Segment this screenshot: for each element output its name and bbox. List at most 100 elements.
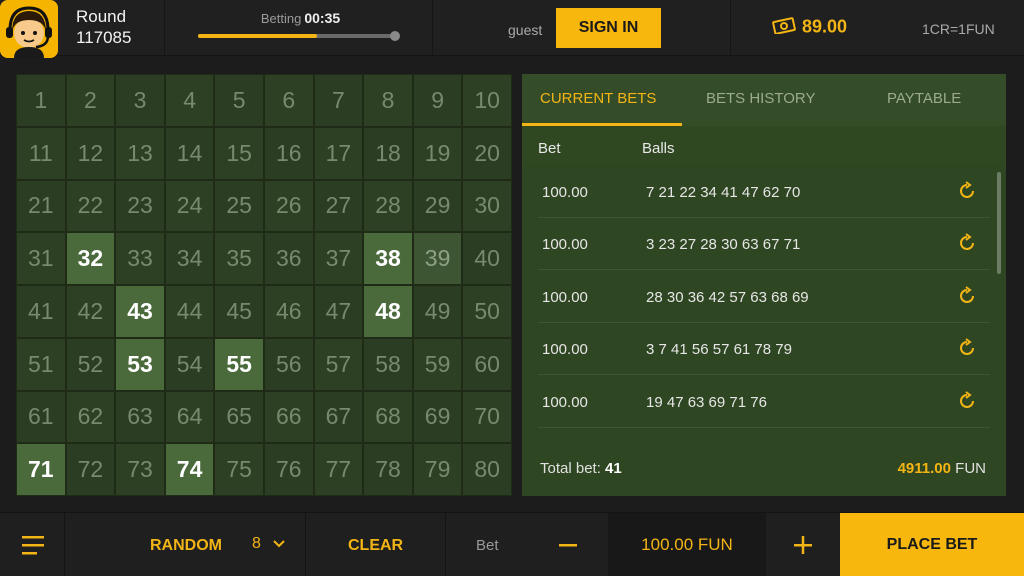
tab-paytable[interactable]: PAYTABLE <box>887 90 961 107</box>
number-cell[interactable]: 79 <box>412 443 463 496</box>
number-cell[interactable]: 69 <box>412 390 463 444</box>
random-count-select[interactable]: 8 <box>252 535 287 553</box>
bets-scrollbar[interactable] <box>997 172 1001 274</box>
number-cell[interactable]: 51 <box>16 337 66 391</box>
repeat-icon[interactable] <box>956 285 978 307</box>
repeat-icon[interactable] <box>956 337 978 359</box>
number-cell[interactable]: 68 <box>363 390 413 444</box>
number-cell[interactable]: 45 <box>214 285 264 338</box>
number-cell[interactable]: 36 <box>263 232 314 285</box>
number-cell[interactable]: 26 <box>263 179 314 233</box>
minus-icon[interactable] <box>553 531 583 559</box>
random-button[interactable]: RANDOM <box>150 537 222 555</box>
number-cell[interactable]: 12 <box>65 126 116 180</box>
number-cell[interactable]: 22 <box>65 179 116 233</box>
number-cell[interactable]: 31 <box>16 232 66 285</box>
number-cell[interactable]: 25 <box>214 179 264 233</box>
number-cell[interactable]: 6 <box>263 74 314 127</box>
number-cell[interactable]: 78 <box>363 443 413 496</box>
number-cell[interactable]: 46 <box>263 285 314 338</box>
number-cell[interactable]: 40 <box>462 232 512 285</box>
number-cell[interactable]: 80 <box>462 443 512 496</box>
number-cell[interactable]: 50 <box>462 285 512 338</box>
number-cell[interactable]: 29 <box>412 179 463 233</box>
number-cell[interactable]: 71 <box>16 443 66 496</box>
number-cell[interactable]: 64 <box>164 390 215 444</box>
tab-bets-history[interactable]: BETS HISTORY <box>706 90 815 107</box>
repeat-icon[interactable] <box>956 232 978 254</box>
number-cell[interactable]: 66 <box>263 390 314 444</box>
number-cell[interactable]: 47 <box>313 285 364 338</box>
number-cell[interactable]: 53 <box>115 337 165 391</box>
number-cell[interactable]: 62 <box>65 390 116 444</box>
place-bet-button[interactable]: PLACE BET <box>840 513 1024 576</box>
number-cell[interactable]: 55 <box>214 337 264 391</box>
number-cell[interactable]: 2 <box>65 74 116 127</box>
number-cell[interactable]: 61 <box>16 390 66 444</box>
number-cell[interactable]: 28 <box>363 179 413 233</box>
betting-timer: Betting 00:35 <box>198 10 403 41</box>
timer-label: Betting <box>260 11 302 26</box>
sign-in-button[interactable]: SIGN IN <box>556 8 661 48</box>
number-cell[interactable]: 72 <box>65 443 116 496</box>
number-cell[interactable]: 63 <box>115 390 165 444</box>
repeat-icon[interactable] <box>956 390 978 412</box>
plus-icon[interactable] <box>788 531 818 559</box>
number-cell[interactable]: 75 <box>214 443 264 496</box>
number-cell[interactable]: 13 <box>115 126 165 180</box>
number-cell[interactable]: 5 <box>214 74 264 127</box>
number-cell[interactable]: 10 <box>462 74 512 127</box>
number-cell[interactable]: 9 <box>412 74 463 127</box>
number-cell[interactable]: 30 <box>462 179 512 233</box>
number-cell[interactable]: 48 <box>363 285 413 338</box>
number-cell[interactable]: 16 <box>263 126 314 180</box>
number-cell[interactable]: 54 <box>164 337 215 391</box>
number-cell[interactable]: 33 <box>115 232 165 285</box>
number-cell[interactable]: 1 <box>16 74 66 127</box>
number-cell[interactable]: 41 <box>16 285 66 338</box>
number-cell[interactable]: 49 <box>412 285 463 338</box>
number-cell[interactable]: 73 <box>115 443 165 496</box>
number-cell[interactable]: 38 <box>363 232 413 285</box>
number-cell[interactable]: 11 <box>16 126 66 180</box>
number-cell[interactable]: 8 <box>363 74 413 127</box>
number-cell[interactable]: 42 <box>65 285 116 338</box>
number-cell[interactable]: 43 <box>115 285 165 338</box>
number-cell[interactable]: 76 <box>263 443 314 496</box>
number-cell[interactable]: 77 <box>313 443 364 496</box>
repeat-icon[interactable] <box>956 180 978 202</box>
support-agent-icon[interactable] <box>0 0 58 58</box>
number-cell[interactable]: 4 <box>164 74 215 127</box>
number-cell[interactable]: 39 <box>412 232 463 285</box>
number-cell[interactable]: 44 <box>164 285 215 338</box>
number-cell[interactable]: 32 <box>65 232 116 285</box>
number-cell[interactable]: 23 <box>115 179 165 233</box>
number-cell[interactable]: 14 <box>164 126 215 180</box>
number-cell[interactable]: 17 <box>313 126 364 180</box>
number-cell[interactable]: 67 <box>313 390 364 444</box>
number-cell[interactable]: 24 <box>164 179 215 233</box>
number-cell[interactable]: 15 <box>214 126 264 180</box>
number-cell[interactable]: 60 <box>462 337 512 391</box>
number-cell[interactable]: 74 <box>164 443 215 496</box>
number-cell[interactable]: 57 <box>313 337 364 391</box>
hamburger-menu-icon[interactable] <box>0 513 64 576</box>
number-cell[interactable]: 58 <box>363 337 413 391</box>
number-cell[interactable]: 19 <box>412 126 463 180</box>
number-cell[interactable]: 70 <box>462 390 512 444</box>
number-cell[interactable]: 65 <box>214 390 264 444</box>
number-cell[interactable]: 35 <box>214 232 264 285</box>
number-cell[interactable]: 20 <box>462 126 512 180</box>
clear-button[interactable]: CLEAR <box>348 537 403 555</box>
number-cell[interactable]: 3 <box>115 74 165 127</box>
number-cell[interactable]: 59 <box>412 337 463 391</box>
number-cell[interactable]: 34 <box>164 232 215 285</box>
number-cell[interactable]: 18 <box>363 126 413 180</box>
number-cell[interactable]: 7 <box>313 74 364 127</box>
number-cell[interactable]: 56 <box>263 337 314 391</box>
number-cell[interactable]: 27 <box>313 179 364 233</box>
number-cell[interactable]: 52 <box>65 337 116 391</box>
number-cell[interactable]: 21 <box>16 179 66 233</box>
tab-current-bets[interactable]: CURRENT BETS <box>540 90 656 107</box>
number-cell[interactable]: 37 <box>313 232 364 285</box>
